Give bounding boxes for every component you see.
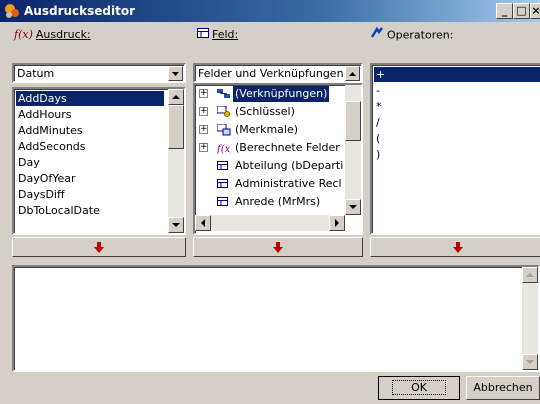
scroll-down-button[interactable] [168,217,184,233]
function-category-combo[interactable]: Datum [12,63,186,83]
cancel-button[interactable]: Abbrechen [466,376,540,400]
insert-operator-button[interactable] [370,237,540,257]
function-item[interactable]: AddDays [16,91,164,106]
chevron-right-icon [335,219,339,227]
expand-icon[interactable]: + [199,107,208,116]
ok-button[interactable]: OK [378,376,460,400]
field-tree-item[interactable]: Administrative Recl [195,176,345,192]
chevron-down-icon [172,223,180,227]
svg-text:f(x): f(x) [217,144,231,154]
window-title: Ausdruckseditor [24,4,135,18]
field-tree-item[interactable]: Abteilung (bDeparti [195,158,345,174]
field-tree-item-label: (Verknüpfungen) [233,86,330,102]
operator-item[interactable]: ) [376,147,380,162]
field-tree-hscrollbar[interactable] [195,215,345,231]
field-category-combo[interactable]: Felder und Verknüpfungen [193,63,363,83]
chevron-up-icon [349,72,356,76]
operator-list[interactable]: + - * /() [370,63,540,235]
field-tree-item-label: (Schlüssel) [235,105,295,118]
function-item[interactable]: Day [16,155,166,170]
scroll-up-button[interactable] [168,89,184,105]
operator-icon [370,26,384,44]
function-category-value: Datum [17,67,55,80]
field-icon [217,160,231,172]
field-tree-item-label: (Merkmale) [235,123,299,136]
field-tree-item[interactable]: + (Merkmale) [195,122,345,138]
operator-item[interactable]: * [376,99,382,114]
operator-item[interactable]: + [374,67,540,82]
field-tree-vscrollbar[interactable] [345,85,361,215]
field-icon [217,196,231,208]
chevron-up-icon [526,273,534,277]
minimize-button[interactable]: _ [496,3,513,19]
expand-icon[interactable]: + [199,143,208,152]
operator-item[interactable]: / [376,115,380,130]
function-list[interactable]: AddDays AddHours AddMinutes AddSeconds Day Da… [12,87,186,235]
table-icon [197,27,209,43]
close-button[interactable]: × [530,3,540,19]
arrow-down-icon [453,242,463,253]
field-category-dropdown-button[interactable] [345,66,360,81]
function-category-dropdown-button[interactable] [168,66,183,81]
function-list-scrollbar[interactable] [168,89,184,233]
expression-scroll-up-button[interactable] [522,267,538,283]
function-item[interactable]: AddMinutes [16,123,166,138]
title-bar[interactable]: Ausdruckseditor _ □ × [0,0,540,22]
tree-scroll-thumb[interactable] [345,101,361,141]
field-tree-item-label: Administrative Recl [235,177,342,190]
field-tree-item-label: (Berechnete Felder [235,141,340,154]
key-icon [216,105,231,118]
arrow-down-icon [273,242,283,253]
field-tree-item[interactable]: + (Verknüpfungen) [195,86,345,102]
operators-label: Operatoren: [370,26,453,44]
maximize-button[interactable]: □ [513,3,530,19]
function-item[interactable]: AddSeconds [16,139,166,154]
chevron-down-icon [172,72,179,76]
chevron-up-icon [172,95,180,99]
expression-editor[interactable] [12,265,540,372]
function-item[interactable]: AddHours [16,107,166,122]
operator-item[interactable]: - [376,83,380,98]
chevron-left-icon [201,219,205,227]
field-tree-item[interactable]: Anrede (MrMrs) [195,194,345,210]
features-icon [216,123,231,136]
chevron-down-icon [349,205,357,209]
tree-scroll-down-button[interactable] [345,199,361,215]
scroll-thumb[interactable] [168,105,184,149]
expand-icon[interactable]: + [199,89,208,98]
field-tree-item-label: Abteilung (bDeparti [235,159,344,172]
field-tree-item[interactable]: + (Schlüssel) [195,104,345,120]
function-icon: f(x) [14,28,33,41]
links-icon [217,88,231,100]
insert-field-button[interactable] [193,237,363,257]
expression-scrollbar[interactable] [522,267,538,370]
field-label: Feld: [197,27,238,43]
function-item[interactable]: DbToLocalDate [16,203,166,218]
field-icon [217,178,231,190]
field-tree-item-label: Anrede (MrMrs) [235,195,321,208]
expand-icon[interactable]: + [199,125,208,134]
tree-scroll-right-button[interactable] [329,215,345,231]
tree-scroll-left-button[interactable] [195,215,211,231]
function-item[interactable]: DaysDiff [16,187,166,202]
app-icon [5,4,19,18]
function-icon: f(x) [216,142,234,155]
arrow-down-icon [94,242,104,253]
operator-item[interactable]: ( [376,131,380,146]
function-item[interactable]: DayOfYear [16,171,166,186]
chevron-down-icon [526,360,534,364]
field-tree[interactable]: + (Verknüpfungen) + (Schlüssel) + (Merkmale) +… [193,83,363,235]
insert-function-button[interactable] [12,237,186,257]
field-category-value: Felder und Verknüpfungen [198,67,344,80]
field-tree-item[interactable]: + f(x) (Berechnete Felder [195,140,345,156]
expression-label: f(x) Ausdruck: [14,28,91,41]
expression-scroll-down-button[interactable] [522,354,538,370]
